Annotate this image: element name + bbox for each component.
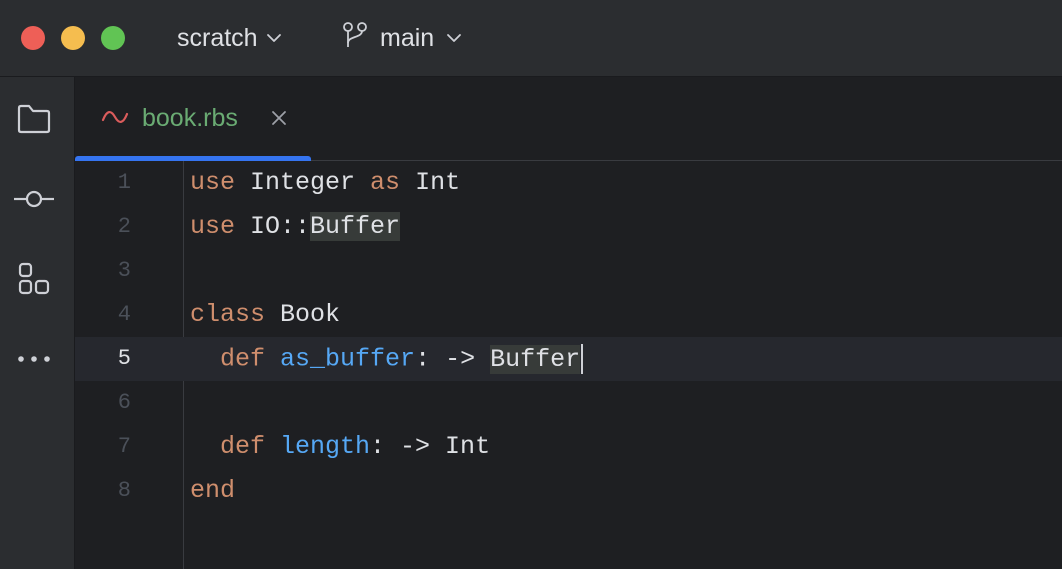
project-name: scratch — [177, 23, 258, 52]
zoom-window-button[interactable] — [101, 26, 125, 50]
code-line[interactable]: 6 — [75, 381, 1062, 425]
commit-icon[interactable] — [12, 177, 56, 221]
code-line[interactable]: 7 def length: -> Int — [75, 425, 1062, 469]
project-selector[interactable]: scratch — [177, 20, 282, 56]
close-window-button[interactable] — [21, 26, 45, 50]
text-caret — [581, 344, 584, 374]
title-bar: scratch main — [0, 0, 1062, 77]
code-text: def length: -> Int — [190, 432, 490, 461]
line-number: 5 — [117, 346, 131, 371]
keyword-token: class — [190, 300, 266, 329]
method-name-token: as_buffer — [280, 344, 416, 374]
code-text: use Integer as Int — [190, 168, 460, 197]
highlighted-identifier: Buffer — [310, 212, 401, 241]
tab-book-rbs[interactable]: book.rbs — [75, 77, 311, 161]
code-token: : -> — [415, 344, 491, 374]
chevron-down-icon — [266, 33, 282, 43]
code-line[interactable]: 1 use Integer as Int — [75, 161, 1062, 205]
rbs-file-icon — [101, 107, 129, 132]
code-line[interactable]: 4 class Book — [75, 293, 1062, 337]
branch-selector[interactable]: main — [342, 20, 462, 56]
keyword-token: use — [190, 212, 236, 241]
keyword-token: use — [190, 168, 236, 197]
line-number: 1 — [117, 170, 131, 195]
code-line[interactable]: 5 def as_buffer: -> Buffer — [75, 337, 1062, 381]
code-token: IO:: — [235, 212, 311, 241]
code-token: Integer — [235, 168, 371, 197]
code-line[interactable]: 2 use IO::Buffer — [75, 205, 1062, 249]
code-text: def as_buffer: -> Buffer — [190, 344, 584, 374]
keyword-token: end — [190, 476, 236, 505]
highlighted-identifier: Buffer — [490, 344, 581, 374]
line-number: 2 — [117, 214, 131, 239]
structure-icon[interactable] — [12, 257, 56, 301]
chevron-down-icon — [446, 33, 462, 43]
code-line[interactable]: 3 — [75, 249, 1062, 293]
folder-icon[interactable] — [12, 97, 56, 141]
code-text: use IO::Buffer — [190, 212, 401, 241]
code-line[interactable]: 8 end — [75, 469, 1062, 513]
more-icon[interactable] — [12, 337, 56, 381]
line-number: 3 — [117, 258, 131, 283]
line-number: 4 — [117, 302, 131, 327]
editor-tab-bar: book.rbs — [75, 77, 1062, 161]
minimize-window-button[interactable] — [61, 26, 85, 50]
code-editor[interactable]: 1 use Integer as Int 2 use IO::Buffer 3 4 clas… — [75, 161, 1062, 569]
close-tab-icon[interactable] — [268, 107, 290, 129]
keyword-token: def — [190, 432, 266, 461]
keyword-token: def — [190, 344, 266, 374]
line-number: 6 — [117, 390, 131, 415]
tab-label: book.rbs — [142, 104, 238, 132]
tool-window-sidebar — [0, 77, 75, 569]
code-text: end — [190, 476, 235, 505]
code-token: Int — [400, 168, 461, 197]
line-number: 7 — [117, 434, 131, 459]
keyword-token: as — [370, 168, 401, 197]
branch-icon — [342, 21, 368, 56]
code-token: : -> Int — [370, 432, 491, 461]
line-number: 8 — [117, 478, 131, 503]
branch-name: main — [380, 23, 435, 52]
code-token: Book — [265, 300, 341, 329]
method-name-token: length — [280, 432, 371, 461]
code-text: class Book — [190, 300, 340, 329]
